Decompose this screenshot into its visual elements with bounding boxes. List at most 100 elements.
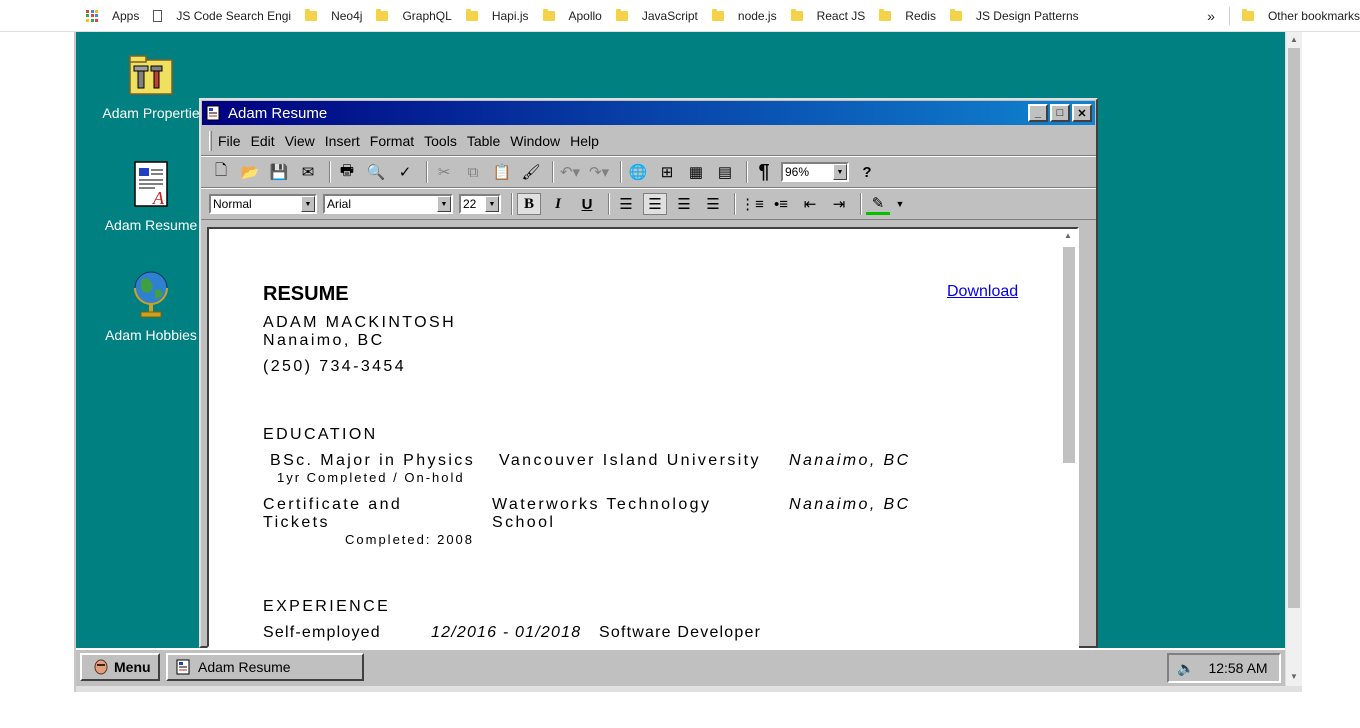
redo-icon[interactable]: ↷▾ — [587, 161, 611, 183]
zoom-select[interactable]: 96% ▼ — [781, 162, 849, 182]
new-document-icon[interactable]: 🗋 — [209, 161, 233, 183]
italic-icon[interactable]: I — [546, 193, 570, 215]
font-select[interactable]: Arial ▼ — [323, 194, 453, 214]
justify-icon[interactable]: ☰ — [701, 193, 725, 215]
speaker-icon[interactable]: 🔈 — [1177, 660, 1194, 677]
edu1-degree: BSc. Major in Physics — [270, 452, 476, 469]
bookmarks-more-button[interactable]: » — [1207, 8, 1215, 24]
help-icon[interactable]: ? — [855, 161, 879, 183]
menu-view[interactable]: View — [285, 133, 315, 149]
experience-heading: EXPERIENCE — [263, 598, 391, 615]
download-link[interactable]: Download — [947, 283, 1018, 301]
browser-scrollbar[interactable]: ▲ ▼ — [1285, 32, 1302, 687]
align-center-icon[interactable]: ☰ — [643, 193, 667, 215]
folder-icon — [879, 8, 892, 21]
bookmark-item[interactable]: Neo4j — [305, 8, 363, 23]
taskbar-item-adam-resume[interactable]: Adam Resume — [166, 653, 364, 681]
menu-help[interactable]: Help — [570, 133, 599, 149]
paste-icon[interactable]: 📋 — [490, 161, 514, 183]
menu-edit[interactable]: Edit — [251, 133, 275, 149]
print-preview-icon[interactable]: 🔍 — [364, 161, 388, 183]
scrollbar-thumb[interactable] — [1288, 48, 1300, 608]
scrollbar-thumb[interactable] — [1063, 247, 1075, 463]
save-icon[interactable]: 💾 — [267, 161, 291, 183]
window-titlebar[interactable]: Adam Resume _ □ ✕ — [202, 101, 1095, 125]
open-folder-icon[interactable]: 📂 — [238, 161, 262, 183]
desktop-icon-label: Adam Hobbies — [105, 327, 197, 343]
bookmark-item[interactable]: GraphQL — [376, 8, 452, 23]
menu-format[interactable]: Format — [370, 133, 414, 149]
menu-table[interactable]: Table — [467, 133, 500, 149]
spellcheck-icon[interactable]: ✓ — [393, 161, 417, 183]
bold-icon[interactable]: B — [517, 193, 541, 215]
style-select[interactable]: Normal ▼ — [209, 194, 317, 214]
insert-table-icon[interactable]: ▦ — [684, 161, 708, 183]
bookmark-label: Neo4j — [331, 8, 363, 23]
bookmark-item[interactable]: JavaScript — [615, 8, 698, 23]
bookmark-apps[interactable]: Apps — [86, 9, 139, 23]
copy-icon[interactable]: ⧉ — [461, 161, 485, 183]
align-left-icon[interactable]: ☰ — [614, 193, 638, 215]
folder-icon — [711, 8, 724, 21]
globe-icon — [134, 271, 168, 318]
maximize-button[interactable]: □ — [1050, 104, 1070, 122]
other-bookmarks[interactable]: Other bookmarks — [1241, 8, 1360, 23]
undo-icon[interactable]: ↶▾ — [558, 161, 582, 183]
bookmark-item[interactable]: Redis — [879, 8, 936, 23]
font-value: Arial — [327, 197, 352, 211]
tables-borders-icon[interactable]: ⊞ — [655, 161, 679, 183]
print-icon[interactable]: 🖶 — [335, 161, 359, 183]
menu-window[interactable]: Window — [510, 133, 560, 149]
document-icon — [176, 659, 190, 675]
toolbar-separator — [746, 161, 748, 183]
document-scrollbar[interactable]: ▲ — [1061, 229, 1077, 646]
edu1-school: Vancouver Island University — [499, 452, 761, 469]
folder-icon — [376, 8, 389, 21]
menu-file[interactable]: File — [218, 133, 241, 149]
scroll-down-icon[interactable]: ▼ — [1290, 672, 1298, 681]
insert-excel-icon[interactable]: ▤ — [713, 161, 737, 183]
increase-indent-icon[interactable]: ⇥ — [827, 193, 851, 215]
highlight-icon[interactable]: ✎ — [866, 193, 890, 215]
close-button[interactable]: ✕ — [1072, 104, 1092, 122]
hyperlink-icon[interactable]: 🌐 — [626, 161, 650, 183]
bookmark-item[interactable]: JS Code Search Engi — [153, 9, 291, 23]
scroll-up-icon[interactable]: ▲ — [1290, 35, 1298, 44]
bookmark-item[interactable]: node.js — [711, 8, 777, 23]
toolbar-separator — [511, 193, 513, 215]
bookmark-item[interactable]: JS Design Patterns — [949, 8, 1079, 23]
bookmark-label: React JS — [816, 8, 866, 23]
bookmark-item[interactable]: React JS — [790, 8, 866, 23]
cut-icon[interactable]: ✂ — [432, 161, 456, 183]
menu-insert[interactable]: Insert — [325, 133, 360, 149]
chevron-down-icon: ▼ — [437, 196, 451, 212]
desktop-icon-resume[interactable]: A Adam Resume — [96, 160, 206, 233]
resume-content: RESUME Download ADAM MACKINTOSH Nanaimo,… — [263, 283, 1023, 646]
scroll-up-icon[interactable]: ▲ — [1064, 231, 1072, 240]
edu2-school-line1: Waterworks Technology — [492, 496, 712, 513]
minimize-button[interactable]: _ — [1028, 104, 1048, 122]
format-painter-icon[interactable]: 🖌 — [519, 161, 543, 183]
show-hide-paragraph-icon[interactable]: ¶ — [752, 161, 776, 183]
decrease-indent-icon[interactable]: ⇤ — [798, 193, 822, 215]
highlight-dropdown-icon[interactable]: ▼ — [895, 193, 905, 215]
zoom-value: 96% — [785, 165, 810, 179]
folder-icon — [1241, 8, 1254, 21]
email-icon[interactable]: ✉ — [296, 161, 320, 183]
font-size-select[interactable]: 22 ▼ — [459, 194, 501, 214]
document-area[interactable]: ▲ RESUME Download ADAM MACKINTOSH Nanaim… — [207, 227, 1079, 648]
numbering-icon[interactable]: ⋮≡ — [740, 193, 764, 215]
align-right-icon[interactable]: ☰ — [672, 193, 696, 215]
taskbar-item-label: Adam Resume — [198, 659, 291, 675]
start-menu-button[interactable]: Menu — [80, 653, 160, 681]
bookmark-item[interactable]: Hapi.js — [465, 8, 529, 23]
resume-title: RESUME — [263, 283, 349, 305]
bookmark-item[interactable]: Apollo — [542, 8, 602, 23]
underline-icon[interactable]: U — [575, 193, 599, 215]
desktop-icon-hobbies[interactable]: Adam Hobbies — [96, 268, 206, 343]
desktop-icon-properties[interactable]: Adam Propertie — [96, 54, 206, 121]
menu-tools[interactable]: Tools — [424, 133, 457, 149]
folder-icon — [615, 8, 628, 21]
bullets-icon[interactable]: •≡ — [769, 193, 793, 215]
apps-grid-icon — [86, 9, 98, 22]
